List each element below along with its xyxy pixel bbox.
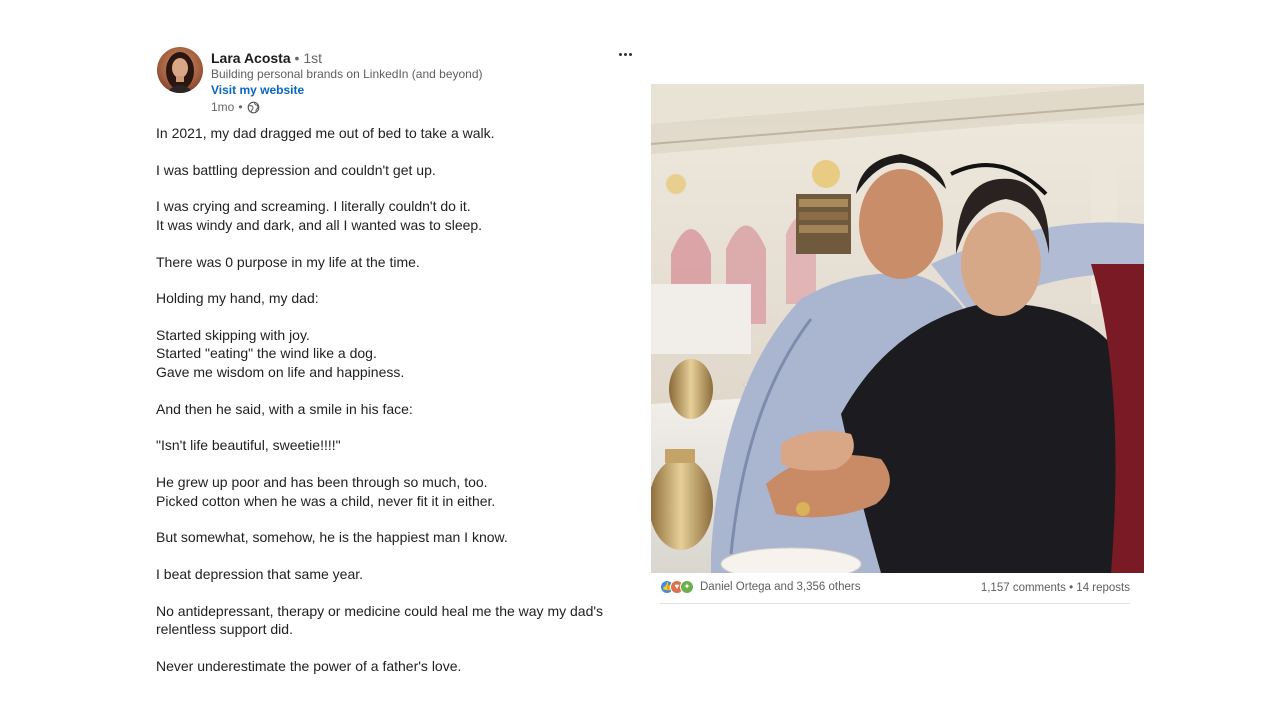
linkedin-post: Lara Acosta • 1st Building personal bran… (0, 0, 1280, 720)
ellipsis-dot (618, 52, 622, 56)
author-line: Lara Acosta • 1st (211, 49, 322, 67)
post-photo[interactable] (651, 84, 1144, 573)
post-paragraph: I beat depression that same year. (156, 565, 364, 582)
author-headline: Building personal brands on LinkedIn (an… (211, 67, 483, 81)
post-time: 1mo (211, 100, 235, 114)
author-separator: • (294, 50, 300, 66)
post-paragraph: I was battling depression and couldn't g… (156, 161, 436, 178)
social-counts-bar: 👍 ♥ ✦ Daniel Ortega and 3,356 others 1,1… (660, 578, 1130, 604)
post-header: Lara Acosta • 1st Building personal bran… (157, 47, 637, 117)
author-name[interactable]: Lara Acosta (211, 50, 291, 66)
post-paragraph: Started skipping with joy. Started "eati… (156, 326, 405, 380)
post-paragraph: No antidepressant, therapy or medicine c… (156, 602, 604, 638)
reactions-count[interactable]: Daniel Ortega and 3,356 others (700, 581, 860, 593)
celebrate-icon: ✦ (680, 580, 694, 594)
meta-separator: • (238, 100, 243, 114)
engagement-separator: • (1069, 582, 1074, 594)
post-body: In 2021, my dad dragged me out of bed to… (156, 124, 606, 693)
avatar[interactable] (157, 47, 203, 93)
connection-degree: 1st (303, 50, 322, 66)
post-paragraph: There was 0 purpose in my life at the ti… (156, 253, 420, 270)
celebrate-glyph: ✦ (683, 582, 691, 591)
post-paragraph: I was crying and screaming. I literally … (156, 198, 483, 233)
reposts-count[interactable]: 14 reposts (1076, 582, 1130, 594)
ellipsis-dot (628, 52, 632, 56)
post-paragraph: Holding my hand, my dad: (156, 290, 319, 307)
post-paragraph: In 2021, my dad dragged me out of bed to… (156, 125, 495, 141)
ellipsis-icon[interactable] (612, 44, 638, 64)
post-paragraph: But somewhat, somehow, he is the happies… (156, 529, 508, 546)
post-paragraph: He grew up poor and has been through so … (156, 474, 496, 509)
globe-icon (247, 101, 260, 114)
visit-website-link[interactable]: Visit my website (211, 83, 304, 98)
reactions-summary[interactable]: 👍 ♥ ✦ Daniel Ortega and 3,356 others (660, 580, 860, 594)
engagement-counts: 1,157 comments • 14 reposts (981, 582, 1130, 594)
ellipsis-dot (623, 52, 627, 56)
post-paragraph: Never underestimate the power of a fathe… (156, 657, 462, 674)
post-paragraph: And then he said, with a smile in his fa… (156, 400, 413, 417)
comments-count[interactable]: 1,157 comments (981, 582, 1066, 594)
post-paragraph: "Isn't life beautiful, sweetie!!!!" (156, 437, 341, 454)
post-meta: 1mo • (211, 99, 260, 115)
love-glyph: ♥ (674, 582, 680, 591)
